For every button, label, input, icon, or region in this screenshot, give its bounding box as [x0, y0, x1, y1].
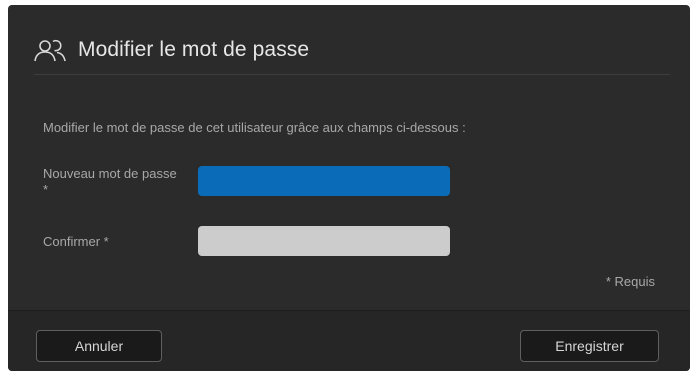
cancel-button[interactable]: Annuler [36, 330, 162, 362]
dialog-footer: Annuler Enregistrer [8, 311, 690, 371]
instruction-text: Modifier le mot de passe de cet utilisat… [43, 120, 466, 135]
dialog-header: Modifier le mot de passe [32, 35, 309, 65]
dialog-title: Modifier le mot de passe [78, 38, 310, 61]
new-password-input[interactable] [198, 166, 450, 196]
users-icon [32, 37, 72, 63]
change-password-dialog: Modifier le mot de passe Modifier le mot… [8, 5, 690, 371]
save-button[interactable]: Enregistrer [520, 330, 659, 362]
confirm-password-label: Confirmer * [43, 234, 109, 249]
required-note: * Requis [605, 274, 655, 289]
header-divider [34, 74, 670, 75]
new-password-label: Nouveau mot de passe * [43, 166, 177, 197]
confirm-password-input[interactable] [198, 226, 450, 256]
